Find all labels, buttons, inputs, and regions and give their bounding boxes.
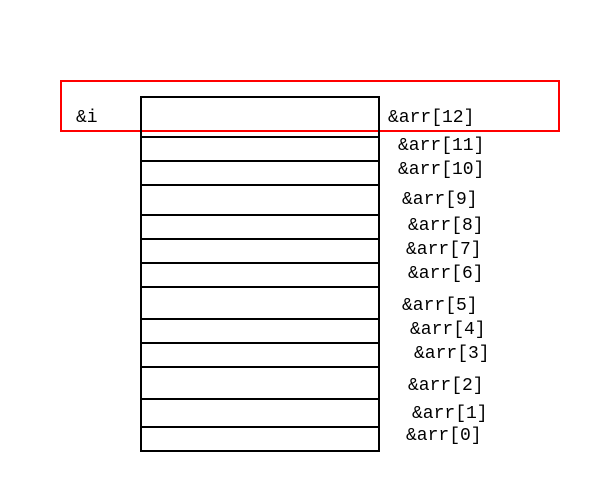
stack-cell [140, 96, 380, 138]
stack-cell [140, 238, 380, 264]
address-label: &arr[3] [414, 344, 490, 364]
address-label: &arr[7] [406, 240, 482, 260]
address-label: &arr[10] [398, 160, 484, 180]
memory-diagram: &i &arr[12] &arr[11] &arr[10] &arr[9] &arr[8… [0, 0, 592, 504]
stack-cell [140, 184, 380, 216]
address-label: &arr[12] [388, 108, 474, 128]
address-label: &arr[0] [406, 426, 482, 446]
address-label: &arr[11] [398, 136, 484, 156]
pointer-label-i: &i [76, 108, 98, 128]
address-label: &arr[5] [402, 296, 478, 316]
stack-cell [140, 426, 380, 452]
stack-cell [140, 342, 380, 368]
address-label: &arr[6] [408, 264, 484, 284]
stack-cell [140, 366, 380, 400]
stack-cell [140, 318, 380, 344]
stack-cell [140, 262, 380, 288]
address-label: &arr[2] [408, 376, 484, 396]
address-label: &arr[1] [412, 404, 488, 424]
stack-cell [140, 286, 380, 320]
stack-cell [140, 398, 380, 428]
address-label: &arr[4] [410, 320, 486, 340]
stack-cell [140, 160, 380, 186]
address-label: &arr[9] [402, 190, 478, 210]
address-label: &arr[8] [408, 216, 484, 236]
stack-cell [140, 214, 380, 240]
stack-cell [140, 136, 380, 162]
